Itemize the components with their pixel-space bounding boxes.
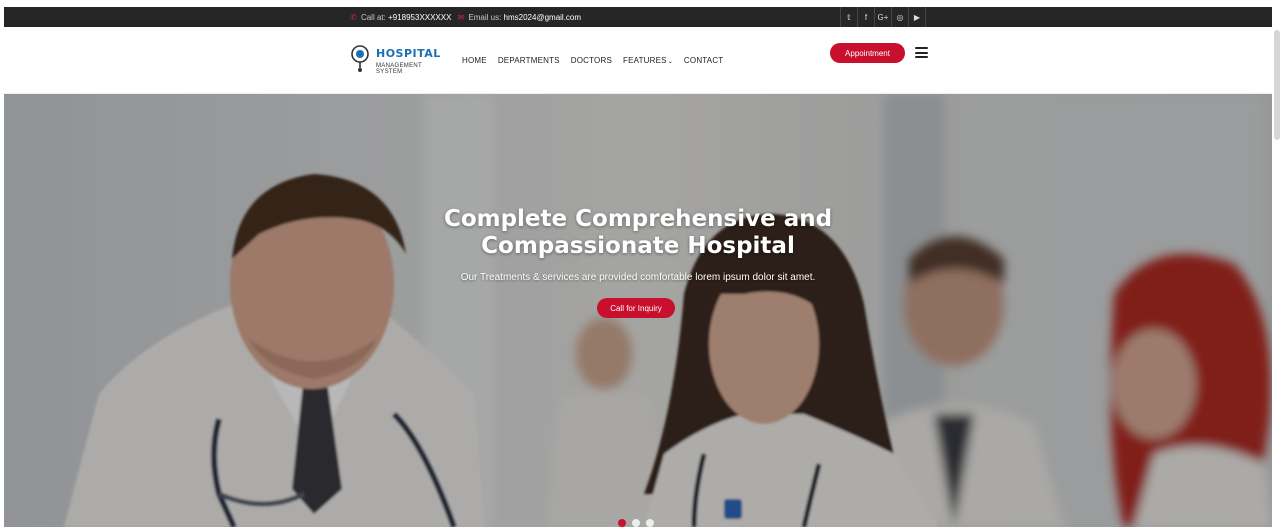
nav-features[interactable]: FEATURES⌄ [623,56,673,65]
slider-dot-active[interactable] [618,519,626,527]
logo-title: HOSPITAL [376,47,441,60]
nav-features-label: FEATURES [623,55,667,65]
contact-info: ✆ Call at: +918953XXXXXX ✉ Email us: hms… [350,7,581,27]
phone-info: ✆ Call at: +918953XXXXXX [350,13,451,22]
social-links: 𝕥 f G+ ◎ ▶ [840,7,926,27]
logo-subtitle: MANAGEMENT SYSTEM [376,63,422,75]
facebook-icon[interactable]: f [857,7,874,27]
youtube-icon[interactable]: ▶ [908,7,926,27]
page-frame: ✆ Call at: +918953XXXXXX ✉ Email us: hms… [4,7,1272,527]
top-bar: ✆ Call at: +918953XXXXXX ✉ Email us: hms… [4,7,1272,27]
nav-contact[interactable]: CONTACT [684,56,723,65]
call-for-inquiry-button[interactable]: Call for Inquiry [597,298,675,318]
chevron-down-icon: ⌄ [667,58,673,65]
hamburger-menu-icon[interactable] [915,47,928,58]
email-label: Email us: [468,12,502,22]
twitter-icon[interactable]: 𝕥 [840,7,857,27]
hamburger-bar [915,56,928,58]
slider-pagination [618,519,654,527]
slider-dot[interactable] [632,519,640,527]
phone-icon: ✆ [350,12,357,22]
call-label: Call at: [360,12,386,22]
hamburger-bar [915,47,928,49]
page-scrollbar[interactable] [1274,30,1280,140]
main-navbar: HOSPITAL MANAGEMENT SYSTEM HOME DEPARTME… [4,27,1272,94]
nav-home[interactable]: HOME [462,56,487,65]
email-address[interactable]: hms2024@gmail.com [504,13,581,22]
nav-departments[interactable]: DEPARTMENTS [498,56,560,65]
hamburger-bar [915,51,928,54]
instagram-icon[interactable]: ◎ [891,7,908,27]
stethoscope-logo-icon [351,45,369,72]
appointment-button[interactable]: Appointment [830,43,905,63]
main-menu: HOME DEPARTMENTS DOCTORS FEATURES⌄ CONTA… [462,27,723,93]
nav-doctors[interactable]: DOCTORS [571,56,612,65]
hero-slider: Complete Comprehensive and Compassionate… [4,94,1272,527]
hero-title-line-1: Complete Comprehensive and [443,206,833,232]
email-icon: ✉ [457,12,465,22]
hero-title: Complete Comprehensive and Compassionate… [388,206,888,260]
phone-number[interactable]: +918953XXXXXX [388,13,451,22]
email-info: ✉ Email us: hms2024@gmail.com [457,13,581,22]
hero-title-line-2: Compassionate Hospital [481,233,795,259]
hero-subtitle: Our Treatments & services are provided c… [460,272,816,283]
slider-dot[interactable] [646,519,654,527]
site-logo[interactable]: HOSPITAL MANAGEMENT SYSTEM [350,41,440,77]
google-plus-icon[interactable]: G+ [874,7,891,27]
